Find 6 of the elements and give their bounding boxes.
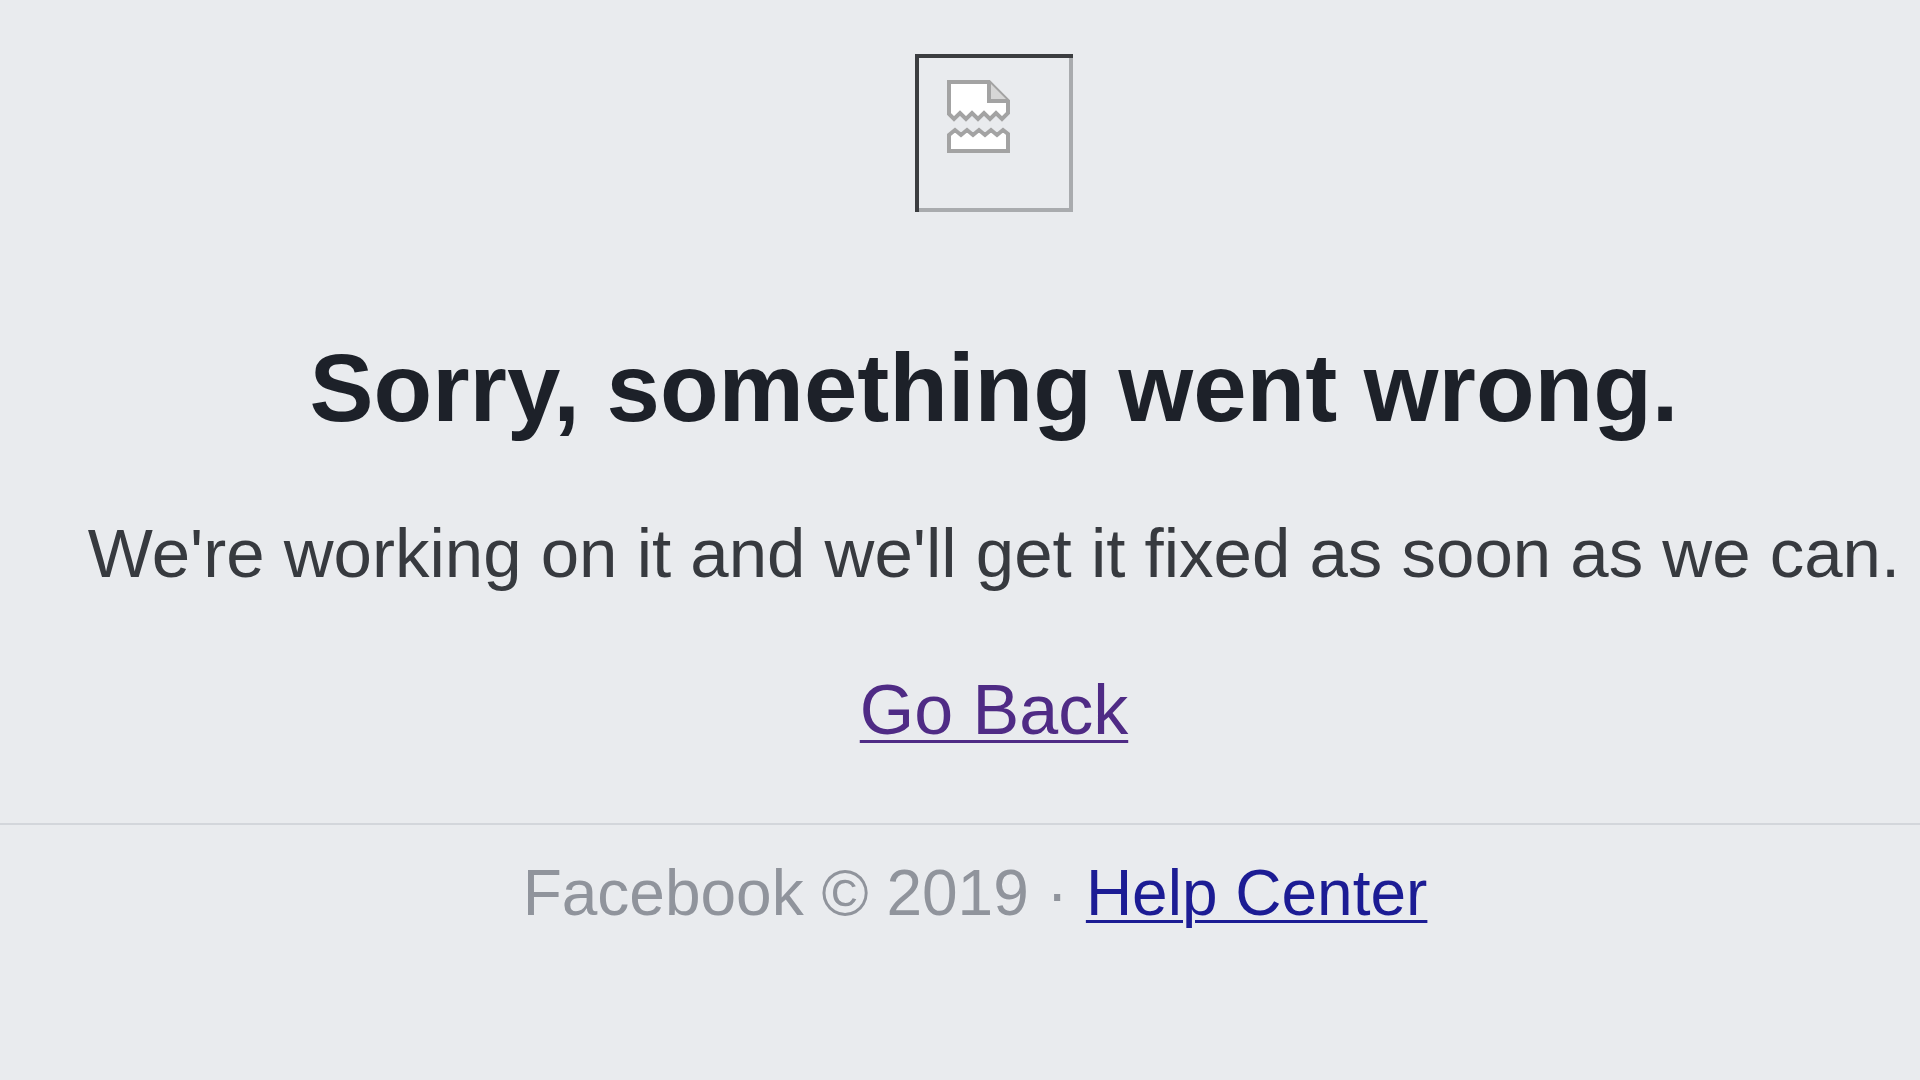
error-heading: Sorry, something went wrong.: [309, 333, 1679, 443]
help-center-link[interactable]: Help Center: [1085, 855, 1428, 932]
copyright-text: Facebook © 2019 ·: [522, 856, 1068, 931]
go-back-link[interactable]: Go Back: [859, 668, 1129, 752]
error-message: We're working on it and we'll get it fixed as soon as we can.: [87, 514, 1901, 595]
broken-image-icon: [915, 54, 1073, 212]
